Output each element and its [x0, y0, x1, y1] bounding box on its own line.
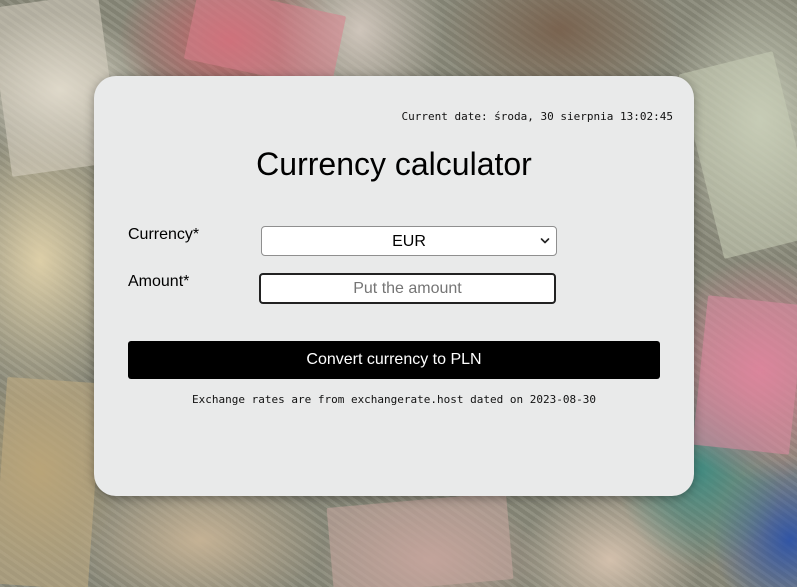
calculator-card: Current date: środa, 30 sierpnia 13:02:4… [94, 76, 694, 496]
banknote-decoration [678, 51, 797, 259]
banknote-decoration [326, 492, 514, 587]
amount-input[interactable] [259, 273, 556, 304]
exchange-rates-note: Exchange rates are from exchangerate.hos… [192, 393, 596, 406]
convert-button[interactable]: Convert currency to PLN [128, 341, 660, 379]
amount-label: Amount* [128, 273, 190, 290]
banknote-decoration [692, 295, 797, 455]
currency-label: Currency* [128, 226, 200, 243]
banknote-decoration [0, 376, 103, 587]
currency-select[interactable]: EUR [261, 226, 557, 256]
page-title: Currency calculator [256, 146, 532, 182]
current-date: Current date: środa, 30 sierpnia 13:02:4… [401, 110, 673, 123]
chevron-down-icon [540, 238, 550, 244]
currency-select-value: EUR [392, 233, 426, 250]
